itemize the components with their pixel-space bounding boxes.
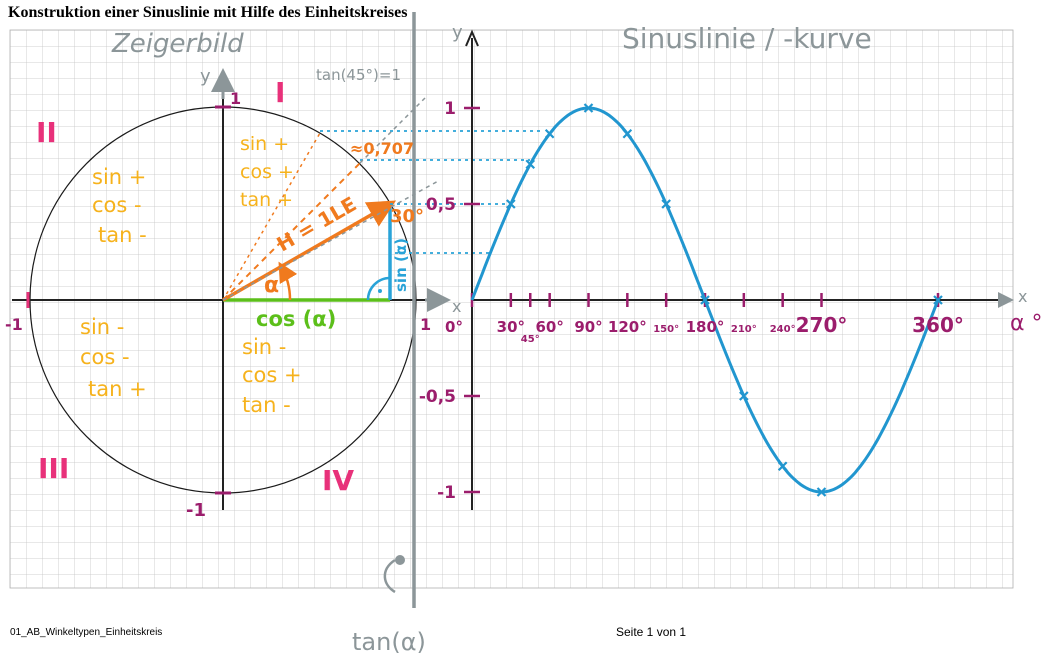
sign-q3-cos: cos -: [80, 345, 130, 369]
tick-label-right: 1: [420, 315, 431, 334]
y-tick-label-1: 1: [444, 99, 456, 119]
x-tick-label-240: 240°: [770, 324, 796, 335]
x-tick-label-0: 0°: [445, 318, 463, 336]
y-tick-label-0.5: 0,5: [426, 195, 456, 215]
x-tick-label-270: 270°: [796, 313, 848, 337]
sine-x-mark: x: [1018, 287, 1027, 306]
sign-q4-cos: cos +: [242, 363, 302, 387]
sign-q3-sin: sin -: [80, 315, 124, 339]
tick-label-bottom: -1: [186, 500, 206, 521]
sign-q1-tan: tan +: [240, 189, 293, 211]
circle-y-label: y: [200, 66, 211, 87]
cos-label: cos (α): [256, 307, 336, 331]
right-angle-dot: [378, 289, 382, 293]
x-tick-label-360: 360°: [912, 313, 964, 337]
signs-q2: sin + cos - tan -: [92, 165, 147, 247]
sign-q4-sin: sin -: [242, 335, 286, 359]
sign-q1-cos: cos +: [240, 161, 294, 183]
worksheet-drawing: 0° 30°45°60° 90° 120° 150° 180° 210° 240° 270° 36…: [5, 12, 1043, 656]
x-tick-label-210: 210°: [731, 324, 757, 335]
x-tick-label-90: 90°: [574, 318, 602, 336]
footer-filename: 01_AB_Winkeltypen_Einheitskreis: [10, 627, 163, 638]
tick-label-top: 1: [230, 89, 241, 108]
footer-page-number: Seite 1 von 1: [616, 625, 687, 639]
zeigerbild-heading: Zeigerbild: [111, 29, 244, 59]
x-tick-label-120: 120°: [608, 318, 647, 336]
sine-x-label: α °: [1010, 311, 1043, 336]
quadrant-II: II: [36, 116, 57, 149]
quadrant-IV: IV: [322, 464, 354, 497]
x-tick-label-150: 150°: [653, 324, 679, 335]
signs-q1: sin + cos + tan +: [240, 133, 294, 211]
quadrant-I: I: [275, 76, 285, 109]
sign-q3-tan: tan +: [88, 377, 147, 401]
circle-x-label: x: [452, 297, 461, 316]
y-tick-label--0.5: -0,5: [419, 387, 456, 407]
tan-pointer-dot: [395, 555, 405, 565]
sign-q2-cos: cos -: [92, 193, 142, 217]
y-tick-label--1: -1: [437, 483, 456, 503]
sin-label: sin (α): [392, 238, 410, 292]
quadrant-III: III: [38, 452, 69, 485]
sign-q4-tan: tan -: [242, 393, 291, 417]
sine-heading: Sinuslinie / -kurve: [622, 22, 872, 55]
angle-30-label: 30°: [390, 206, 424, 227]
sign-q1-sin: sin +: [240, 133, 289, 155]
value-0707-label: ≈0,707: [350, 139, 414, 158]
tan-label: tan(α): [352, 628, 426, 656]
tan45-label: tan(45°)=1: [316, 66, 401, 84]
x-tick-label-180: 180°: [686, 318, 725, 336]
x-tick-label-60: 60°: [535, 318, 563, 336]
alpha-label: α: [264, 273, 279, 298]
grid-background: [9, 29, 1014, 589]
sign-q2-sin: sin +: [92, 165, 146, 189]
sign-q2-tan: tan -: [98, 223, 147, 247]
tick-label-left: -1: [5, 315, 23, 334]
sine-y-label: y: [452, 22, 463, 43]
